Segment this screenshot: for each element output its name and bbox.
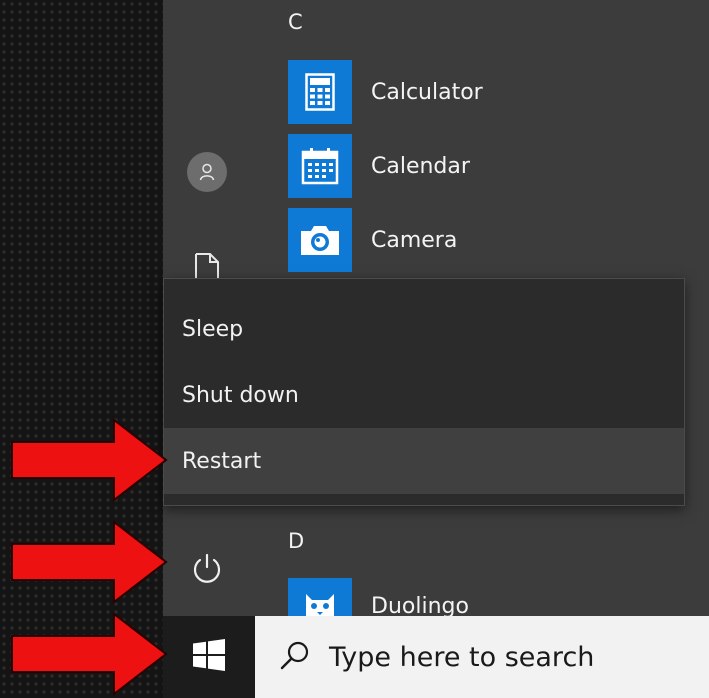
power-icon[interactable]: [190, 551, 224, 589]
menu-item-shut-down[interactable]: Shut down: [164, 362, 684, 428]
search-placeholder: Type here to search: [329, 641, 595, 673]
windows-logo-icon: [193, 639, 225, 675]
app-item-calculator[interactable]: Calculator: [288, 60, 618, 124]
red-arrow-start: [11, 612, 168, 696]
app-item-camera[interactable]: Camera: [288, 208, 618, 272]
search-box[interactable]: Type here to search: [255, 616, 709, 698]
menu-item-sleep[interactable]: Sleep: [164, 296, 684, 362]
app-label: Duolingo: [371, 594, 469, 616]
start-button[interactable]: [163, 616, 255, 698]
menu-item-restart[interactable]: Restart: [164, 428, 684, 494]
calculator-icon: [288, 60, 352, 124]
menu-item-label: Sleep: [182, 316, 244, 342]
app-item-calendar[interactable]: Calendar: [288, 134, 618, 198]
taskbar: Type here to search: [163, 616, 709, 698]
camera-icon: [288, 208, 352, 272]
app-label: Camera: [371, 227, 458, 253]
menu-item-label: Restart: [182, 448, 262, 474]
duolingo-owl-icon: [288, 578, 352, 616]
user-avatar-icon[interactable]: [187, 152, 227, 192]
section-header-d[interactable]: D: [288, 529, 304, 553]
app-label: Calculator: [371, 79, 483, 105]
app-item-duolingo[interactable]: Duolingo: [288, 578, 618, 616]
menu-item-label: Shut down: [182, 382, 299, 408]
search-icon: [279, 639, 311, 675]
section-header-c[interactable]: C: [288, 10, 303, 34]
red-arrow-restart: [11, 418, 168, 502]
red-arrow-power: [11, 520, 168, 604]
power-options-menu: Sleep Shut down Restart: [163, 278, 685, 506]
app-label: Calendar: [371, 153, 470, 179]
calendar-icon: [288, 134, 352, 198]
